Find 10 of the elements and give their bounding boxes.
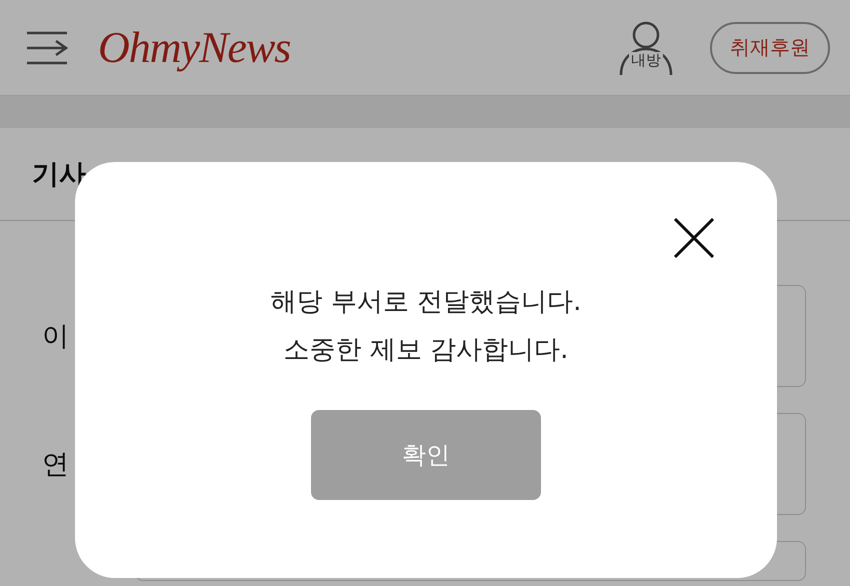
my-room-button[interactable]: 내방 — [616, 18, 676, 78]
field-label: 연 — [42, 449, 69, 480]
confirm-button[interactable]: 확인 — [311, 410, 541, 500]
menu-icon[interactable] — [26, 30, 68, 64]
dialog-message: 해당 부서로 전달했습니다. 소중한 제보 감사합니다. — [270, 286, 582, 367]
section-title: 기사 — [32, 158, 86, 192]
support-button[interactable]: 취재후원 — [710, 22, 830, 74]
field-label: 이 — [42, 321, 69, 352]
logo[interactable]: OhmyNews — [98, 22, 290, 73]
close-icon[interactable] — [674, 218, 714, 258]
